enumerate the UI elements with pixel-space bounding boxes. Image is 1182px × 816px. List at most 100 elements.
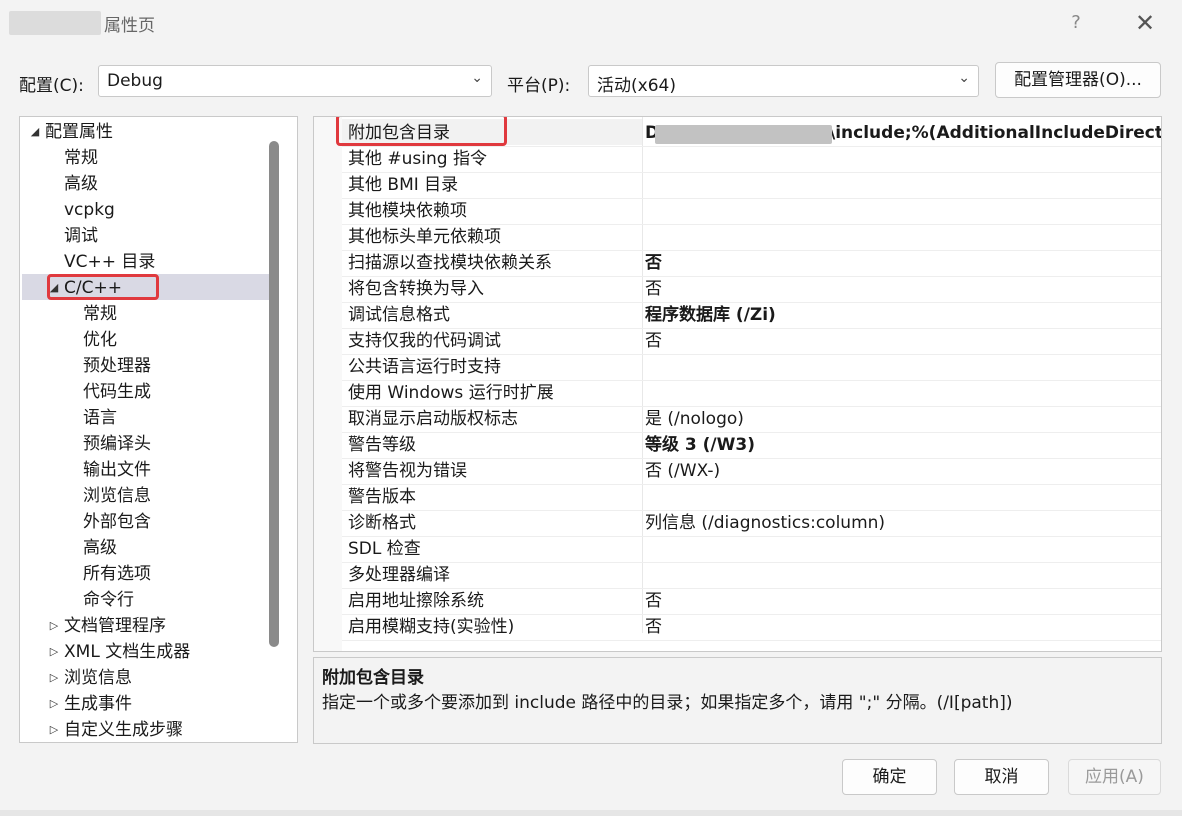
property-value[interactable]: 否 xyxy=(645,614,662,640)
tree-item[interactable]: VC++ 目录 xyxy=(20,249,270,275)
expand-arrow-icon[interactable]: ▷ xyxy=(47,613,61,639)
property-row[interactable]: 启用模糊支持(实验性) 否 xyxy=(314,614,1161,640)
highlight-box-include xyxy=(336,117,507,146)
tree-item[interactable]: 外部包含 xyxy=(20,509,270,535)
ok-button[interactable]: 确定 xyxy=(842,759,937,795)
property-row[interactable]: 公共语言运行时支持 xyxy=(314,354,1161,380)
property-row[interactable]: 诊断格式 列信息 (/diagnostics:column) xyxy=(314,510,1161,536)
property-value[interactable]: 否 xyxy=(645,328,662,354)
tree-item-label: 预编译头 xyxy=(83,434,151,454)
tree-item-label: 自定义生成步骤 xyxy=(64,720,183,740)
expand-arrow-icon[interactable]: ▷ xyxy=(47,639,61,665)
chevron-down-icon: ⌄ xyxy=(471,70,483,86)
property-value[interactable]: 列信息 (/diagnostics:column) xyxy=(645,510,885,536)
property-name: 将包含转换为导入 xyxy=(348,279,484,299)
help-button[interactable]: ? xyxy=(1064,9,1088,37)
property-row[interactable]: 取消显示启动版权标志 是 (/nologo) xyxy=(314,406,1161,432)
tree-item[interactable]: ▷ 自定义生成步骤 xyxy=(20,717,270,742)
tree-item[interactable]: 语言 xyxy=(20,405,270,431)
property-name: 其他 #using 指令 xyxy=(348,149,487,169)
tree-item-label: 调试 xyxy=(64,226,98,246)
tree-item[interactable]: 浏览信息 xyxy=(20,483,270,509)
tree-item[interactable]: 常规 xyxy=(20,301,270,327)
property-value[interactable]: 程序数据库 (/Zi) xyxy=(645,302,776,328)
property-value[interactable]: 否 xyxy=(645,250,662,276)
tree-item-label: 配置属性 xyxy=(45,122,113,142)
property-row[interactable]: 多处理器编译 xyxy=(314,562,1161,588)
tree-item-label: 命令行 xyxy=(83,590,134,610)
window-title: 属性页 xyxy=(104,16,155,36)
expand-arrow-icon[interactable]: ▷ xyxy=(47,691,61,717)
tree-item-label: 常规 xyxy=(64,148,98,168)
property-row[interactable]: 其他 BMI 目录 xyxy=(314,172,1161,198)
description-panel: 附加包含目录 指定一个或多个要添加到 include 路径中的目录；如果指定多个… xyxy=(313,657,1162,744)
property-row[interactable]: 扫描源以查找模块依赖关系 否 xyxy=(314,250,1161,276)
tree-item[interactable]: vcpkg xyxy=(20,197,270,223)
tree-item[interactable]: 所有选项 xyxy=(20,561,270,587)
property-row[interactable]: 其他标头单元依赖项 xyxy=(314,224,1161,250)
tree-item[interactable]: 代码生成 xyxy=(20,379,270,405)
property-name: 启用地址擦除系统 xyxy=(348,591,484,611)
close-button[interactable]: ✕ xyxy=(1128,8,1162,38)
property-name: 使用 Windows 运行时扩展 xyxy=(348,383,554,403)
property-tree[interactable]: ◢ 配置属性 常规 高级 vcpkg 调试 VC++ 目录 ◢ C/C++ 常规 优化 预处理器 代码生… xyxy=(19,116,298,743)
property-name: 其他模块依赖项 xyxy=(348,201,467,221)
property-row[interactable]: 将包含转换为导入 否 xyxy=(314,276,1161,302)
tree-item[interactable]: 调试 xyxy=(20,223,270,249)
property-name: 警告版本 xyxy=(348,487,416,507)
highlight-box-cc xyxy=(47,274,159,300)
tree-item-label: 输出文件 xyxy=(83,460,151,480)
property-value[interactable]: 否 xyxy=(645,588,662,614)
config-dropdown[interactable]: Debug ⌄ xyxy=(98,65,492,97)
property-value[interactable]: 否 xyxy=(645,276,662,302)
property-row[interactable]: SDL 检查 xyxy=(314,536,1161,562)
property-row[interactable]: 使用 Windows 运行时扩展 xyxy=(314,380,1161,406)
expand-arrow-icon[interactable]: ▷ xyxy=(47,717,61,742)
collapse-arrow-icon[interactable]: ◢ xyxy=(28,119,42,145)
property-row[interactable]: 警告等级 等级 3 (/W3) xyxy=(314,432,1161,458)
platform-dropdown[interactable]: 活动(x64) ⌄ xyxy=(588,65,979,97)
property-row[interactable]: 启用地址擦除系统 否 xyxy=(314,588,1161,614)
property-row[interactable]: 调试信息格式 程序数据库 (/Zi) xyxy=(314,302,1161,328)
tree-item[interactable]: 输出文件 xyxy=(20,457,270,483)
property-row[interactable]: 支持仅我的代码调试 否 xyxy=(314,328,1161,354)
tree-item-label: 语言 xyxy=(83,408,117,428)
title-bar: 属性页 ? ✕ xyxy=(0,0,1182,46)
tree-item[interactable]: ▷ XML 文档生成器 xyxy=(20,639,270,665)
property-value[interactable]: 等级 3 (/W3) xyxy=(645,432,755,458)
row-separator xyxy=(342,640,1161,641)
apply-button[interactable]: 应用(A) xyxy=(1068,759,1161,795)
property-row[interactable]: 将警告视为错误 否 (/WX-) xyxy=(314,458,1161,484)
tree-item[interactable]: 预编译头 xyxy=(20,431,270,457)
tree-item[interactable]: ▷ 文档管理程序 xyxy=(20,613,270,639)
background-strip xyxy=(0,810,1182,816)
property-name: 将警告视为错误 xyxy=(348,461,467,481)
cancel-button[interactable]: 取消 xyxy=(954,759,1049,795)
tree-item[interactable]: 高级 xyxy=(20,171,270,197)
tree-item[interactable]: ▷ 浏览信息 xyxy=(20,665,270,691)
tree-item[interactable]: 命令行 xyxy=(20,587,270,613)
redacted-project-name xyxy=(9,11,101,35)
tree-item[interactable]: 预处理器 xyxy=(20,353,270,379)
description-text: 指定一个或多个要添加到 include 路径中的目录；如果指定多个，请用 ";"… xyxy=(322,693,1013,713)
expand-arrow-icon[interactable]: ▷ xyxy=(47,665,61,691)
tree-item-label: 常规 xyxy=(83,304,117,324)
property-value[interactable]: \include;%(AdditionalIncludeDirector xyxy=(829,120,1161,146)
config-manager-button[interactable]: 配置管理器(O)... xyxy=(995,62,1161,98)
tree-item[interactable]: 优化 xyxy=(20,327,270,353)
property-row[interactable]: 其他 #using 指令 xyxy=(314,146,1161,172)
tree-item[interactable]: ◢ 配置属性 xyxy=(20,119,270,145)
tree-item-label: XML 文档生成器 xyxy=(64,642,191,662)
tree-item[interactable]: ▷ 生成事件 xyxy=(20,691,270,717)
property-row[interactable]: 其他模块依赖项 xyxy=(314,198,1161,224)
tree-item[interactable]: 常规 xyxy=(20,145,270,171)
tree-item-label: 浏览信息 xyxy=(83,486,151,506)
tree-scrollbar[interactable] xyxy=(269,141,279,647)
property-value[interactable]: 否 (/WX-) xyxy=(645,458,720,484)
tree-item[interactable]: 高级 xyxy=(20,535,270,561)
property-value[interactable]: 是 (/nologo) xyxy=(645,406,744,432)
tree-item-label: 浏览信息 xyxy=(64,668,132,688)
tree-item-label: 文档管理程序 xyxy=(64,616,166,636)
property-grid[interactable]: 附加包含目录 D \include;%(AdditionalIncludeDirec… xyxy=(313,116,1162,652)
property-row[interactable]: 警告版本 xyxy=(314,484,1161,510)
